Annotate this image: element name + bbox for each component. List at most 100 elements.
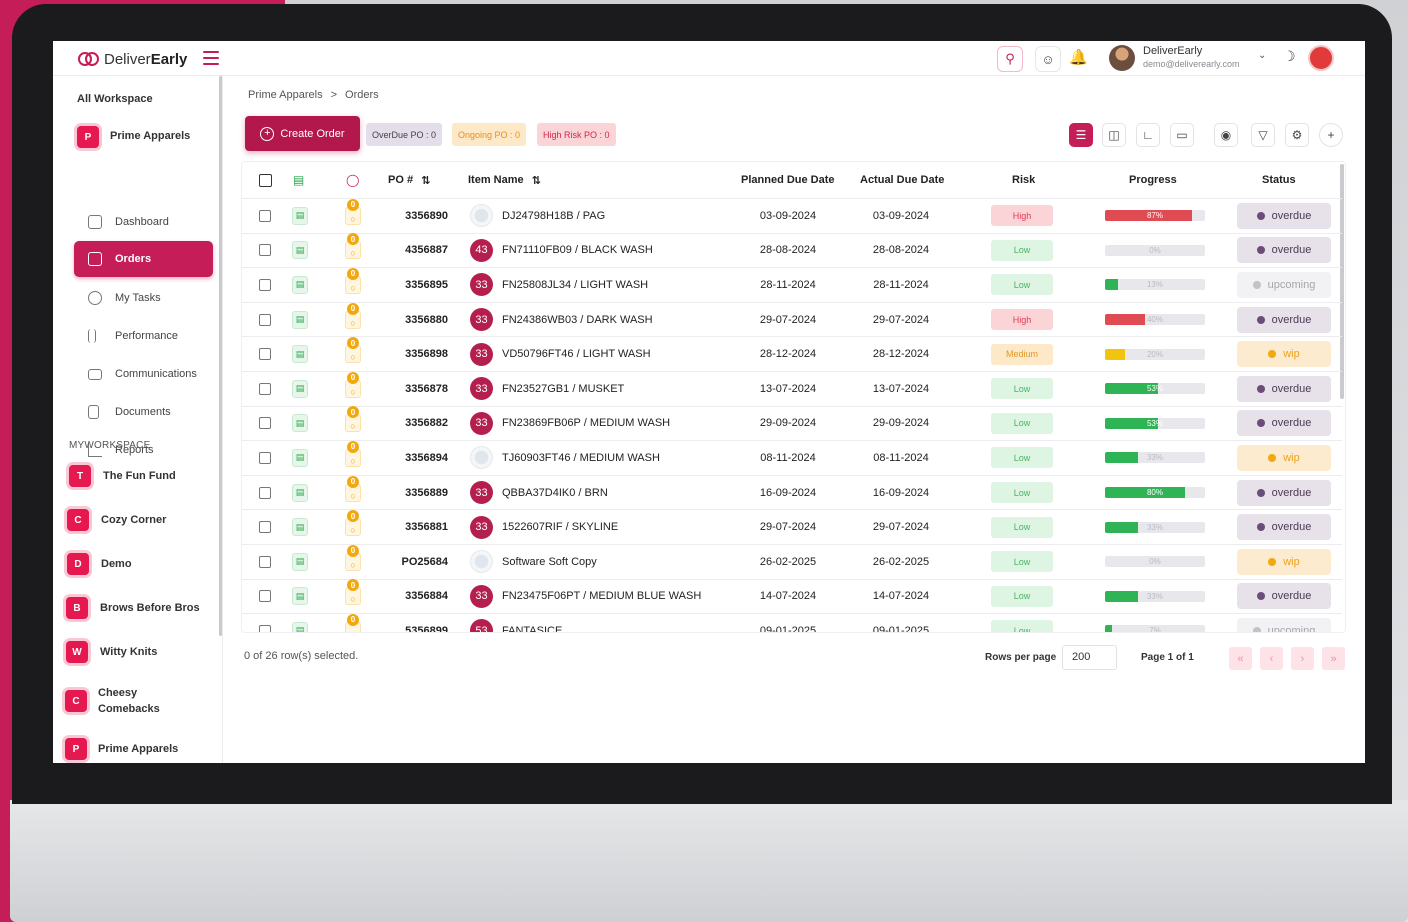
sidebar-scrollbar[interactable] bbox=[219, 76, 222, 636]
item-name[interactable]: QBBA37D4IK0 / BRN bbox=[502, 487, 608, 499]
row-checkbox[interactable] bbox=[259, 590, 271, 603]
table-row[interactable]: ▤ ○ 0 3356895 33 FN25808JL34 / LIGHT WASH 28-1… bbox=[242, 267, 1342, 303]
document-icon[interactable]: ▤ bbox=[292, 587, 308, 606]
document-icon[interactable]: ▤ bbox=[292, 275, 308, 294]
po-number[interactable]: 3356881 bbox=[405, 521, 448, 533]
comment-icon[interactable]: ○0 bbox=[345, 510, 361, 537]
app-logo[interactable]: DeliverEarly bbox=[78, 49, 187, 69]
po-number[interactable]: 3356894 bbox=[405, 452, 448, 464]
row-checkbox[interactable] bbox=[259, 244, 271, 257]
nav-communications[interactable]: Communications bbox=[74, 356, 213, 392]
header-item-name[interactable]: Item Name ⇅ bbox=[468, 162, 541, 198]
status-badge[interactable]: overdue bbox=[1237, 583, 1331, 610]
columns-visibility-icon[interactable]: ◉ bbox=[1214, 123, 1238, 147]
comment-icon[interactable]: ○0 bbox=[345, 267, 361, 294]
search-icon[interactable]: ⚲ bbox=[997, 46, 1023, 72]
document-icon[interactable]: ▤ bbox=[292, 518, 308, 537]
table-row[interactable]: ▤ ○ 0 3356898 33 VD50796FT46 / LIGHT WASH 28-1… bbox=[242, 337, 1342, 372]
table-row[interactable]: ▤ ○ 0 3356881 33 1522607RIF / SKYLINE 29-07-20… bbox=[242, 510, 1342, 545]
breadcrumb-parent[interactable]: Prime Apparels bbox=[248, 89, 323, 101]
comment-icon[interactable]: ○0 bbox=[345, 440, 361, 467]
nav-documents[interactable]: Documents bbox=[74, 394, 213, 430]
po-number[interactable]: 3356884 bbox=[405, 590, 448, 602]
table-row[interactable]: ▤ ○ 0 3356878 33 FN23527GB1 / MUSKET 13-07-202… bbox=[242, 371, 1342, 407]
next-page-button[interactable]: › bbox=[1291, 647, 1314, 670]
document-icon[interactable]: ▤ bbox=[292, 241, 308, 260]
profile-avatar[interactable] bbox=[1308, 45, 1334, 71]
sort-icon[interactable]: ⇅ bbox=[421, 174, 430, 187]
list-view-icon[interactable]: ☰ bbox=[1069, 123, 1093, 147]
comment-icon[interactable]: ○0 bbox=[345, 544, 361, 571]
workspace-badge[interactable]: D bbox=[64, 550, 92, 578]
row-checkbox[interactable] bbox=[259, 313, 271, 326]
item-name[interactable]: FN24386WB03 / DARK WASH bbox=[502, 314, 653, 326]
document-icon[interactable]: ▤ bbox=[292, 414, 308, 433]
comment-icon[interactable]: ○0 bbox=[345, 475, 361, 502]
current-workspace-badge[interactable]: P bbox=[74, 123, 102, 151]
po-number[interactable]: 3356895 bbox=[405, 279, 448, 291]
document-icon[interactable]: ▤ bbox=[292, 552, 308, 571]
workspace-badge[interactable]: C bbox=[62, 687, 90, 715]
item-name[interactable]: FN71110FB09 / BLACK WASH bbox=[502, 244, 653, 256]
table-row[interactable]: ▤ ○ 0 3356889 33 QBBA37D4IK0 / BRN 16-09-2024 1… bbox=[242, 475, 1342, 511]
first-page-button[interactable]: « bbox=[1229, 647, 1252, 670]
po-number[interactable]: 3356898 bbox=[405, 348, 448, 360]
table-row[interactable]: ▤ ○ 0 4356887 43 FN71110FB09 / BLACK WASH 28-0… bbox=[242, 233, 1342, 269]
sort-icon[interactable]: ⇅ bbox=[532, 174, 541, 187]
row-checkbox[interactable] bbox=[259, 209, 271, 222]
workspace-name[interactable]: Prime Apparels bbox=[98, 743, 178, 755]
nav-orders[interactable]: Orders bbox=[74, 241, 213, 277]
item-name[interactable]: FN23869FB06P / MEDIUM WASH bbox=[502, 417, 670, 429]
document-icon[interactable]: ▤ bbox=[292, 448, 308, 467]
comment-icon[interactable]: ○0 bbox=[345, 613, 361, 632]
add-icon[interactable]: + bbox=[1319, 123, 1343, 147]
po-number[interactable]: 3356878 bbox=[405, 383, 448, 395]
row-checkbox[interactable] bbox=[259, 555, 271, 568]
item-name[interactable]: FN25808JL34 / LIGHT WASH bbox=[502, 279, 648, 291]
status-badge[interactable]: upcoming bbox=[1237, 271, 1331, 298]
workspace-name[interactable]: Demo bbox=[101, 558, 132, 570]
comment-icon[interactable]: ○0 bbox=[345, 198, 361, 225]
status-badge[interactable]: overdue bbox=[1237, 410, 1331, 437]
status-badge[interactable]: overdue bbox=[1237, 237, 1331, 264]
status-badge[interactable]: overdue bbox=[1237, 514, 1331, 541]
row-checkbox[interactable] bbox=[259, 521, 271, 534]
workspace-name[interactable]: Brows Before Bros bbox=[100, 602, 200, 614]
table-row[interactable]: ▤ ○ 0 3356882 33 FN23869FB06P / MEDIUM WASH 29… bbox=[242, 406, 1342, 442]
po-number[interactable]: PO25684 bbox=[402, 556, 448, 568]
workspace-name[interactable]: Cozy Corner bbox=[101, 514, 166, 526]
table-row[interactable]: ▤ ○ 0 3356880 33 FN24386WB03 / DARK WASH 29-07… bbox=[242, 302, 1342, 338]
comment-icon[interactable]: ○0 bbox=[345, 579, 361, 606]
row-checkbox[interactable] bbox=[259, 451, 271, 464]
status-badge[interactable]: overdue bbox=[1237, 375, 1331, 402]
document-icon[interactable]: ▤ bbox=[292, 621, 308, 632]
comment-icon[interactable]: ○0 bbox=[345, 337, 361, 364]
document-icon[interactable]: ▤ bbox=[292, 345, 308, 364]
item-name[interactable]: FANTASICE bbox=[502, 625, 562, 632]
settings-gear-icon[interactable]: ⚙ bbox=[1285, 123, 1309, 147]
board-view-icon[interactable]: ◫ bbox=[1102, 123, 1126, 147]
status-badge[interactable]: overdue bbox=[1237, 306, 1331, 333]
workspace-name[interactable]: Witty Knits bbox=[100, 646, 157, 658]
rows-per-page-select[interactable]: 200 bbox=[1062, 645, 1117, 670]
po-number[interactable]: 4356887 bbox=[405, 244, 448, 256]
row-checkbox[interactable] bbox=[259, 348, 271, 361]
previous-page-button[interactable]: ‹ bbox=[1260, 647, 1283, 670]
row-checkbox[interactable] bbox=[259, 486, 271, 499]
status-badge[interactable]: wip bbox=[1237, 444, 1331, 471]
workspace-badge[interactable]: T bbox=[66, 462, 94, 490]
po-number[interactable]: 3356890 bbox=[405, 210, 448, 222]
item-name[interactable]: VD50796FT46 / LIGHT WASH bbox=[502, 348, 651, 360]
row-checkbox[interactable] bbox=[259, 624, 271, 632]
status-badge[interactable]: overdue bbox=[1237, 479, 1331, 506]
archive-icon[interactable]: ▭ bbox=[1170, 123, 1194, 147]
bell-icon[interactable]: 🔔 bbox=[1069, 48, 1088, 66]
document-icon[interactable]: ▤ bbox=[292, 206, 308, 225]
table-row[interactable]: ▤ ○ 0 3356884 33 FN23475F06PT / MEDIUM BLUE W… bbox=[242, 579, 1342, 615]
workspace-badge[interactable]: B bbox=[63, 594, 91, 622]
ongoing-po-chip[interactable]: Ongoing PO : 0 bbox=[452, 123, 527, 146]
comment-icon[interactable]: ○0 bbox=[345, 302, 361, 329]
po-number[interactable]: 3356880 bbox=[405, 314, 448, 326]
theme-toggle-icon[interactable]: ☽ bbox=[1283, 48, 1296, 65]
item-name[interactable]: Software Soft Copy bbox=[502, 556, 597, 568]
